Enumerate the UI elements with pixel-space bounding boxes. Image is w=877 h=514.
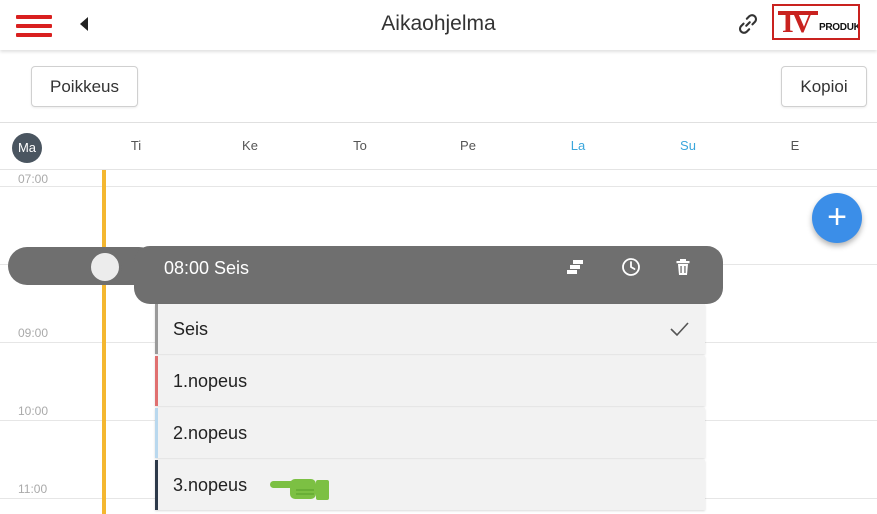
time-label: 10:00	[18, 404, 49, 418]
day-tab-su[interactable]: Su	[680, 138, 696, 153]
option-label: Seis	[173, 319, 209, 339]
day-tab-pe[interactable]: Pe	[460, 138, 476, 153]
option-nopeus-2[interactable]: 2.nopeus	[155, 408, 705, 458]
iv-produkt-logo: IV PRODUKT	[772, 4, 860, 40]
day-tab-la[interactable]: La	[571, 138, 585, 153]
day-tab-ke[interactable]: Ke	[242, 138, 258, 153]
pointing-hand-icon	[270, 479, 329, 500]
option-nopeus-3[interactable]: 3.nopeus	[155, 460, 705, 510]
add-event-button[interactable]: +	[812, 193, 862, 243]
event-label: 08:00 Seis	[164, 258, 250, 278]
time-label: 07:00	[18, 172, 49, 186]
time-label: 11:00	[18, 482, 48, 496]
day-header: Ma Ti Ke To Pe La Su E	[0, 122, 877, 170]
day-tab-ma[interactable]: Ma	[12, 133, 42, 163]
option-label: 2.nopeus	[173, 423, 248, 443]
option-label: 3.nopeus	[173, 475, 248, 495]
time-label: 09:00	[18, 326, 49, 340]
exception-button[interactable]: Poikkeus	[31, 66, 138, 107]
current-day-timeline	[102, 170, 106, 514]
bars-icon[interactable]	[566, 256, 588, 278]
event-drag-handle[interactable]	[88, 250, 122, 284]
day-tab-to[interactable]: To	[353, 138, 367, 153]
day-tab-ti[interactable]: Ti	[131, 138, 141, 153]
copy-button[interactable]: Kopioi	[781, 66, 867, 107]
day-tab-e[interactable]: E	[791, 138, 800, 153]
mode-dropdown: Seis 1.nopeus 2.nopeus 3.nopeus	[155, 304, 705, 514]
hour-line	[0, 186, 877, 187]
checkmark-icon	[670, 322, 689, 337]
option-label: 1.nopeus	[173, 371, 248, 391]
option-nopeus-1[interactable]: 1.nopeus	[155, 356, 705, 406]
trash-icon[interactable]	[672, 256, 694, 278]
clock-icon[interactable]	[620, 256, 642, 278]
app-bar: Aikaohjelma IV PRODUKT	[0, 0, 877, 50]
link-icon[interactable]	[734, 10, 762, 38]
option-seis[interactable]: Seis	[155, 304, 705, 354]
event-bar[interactable]: 08:00 Seis	[134, 246, 723, 304]
